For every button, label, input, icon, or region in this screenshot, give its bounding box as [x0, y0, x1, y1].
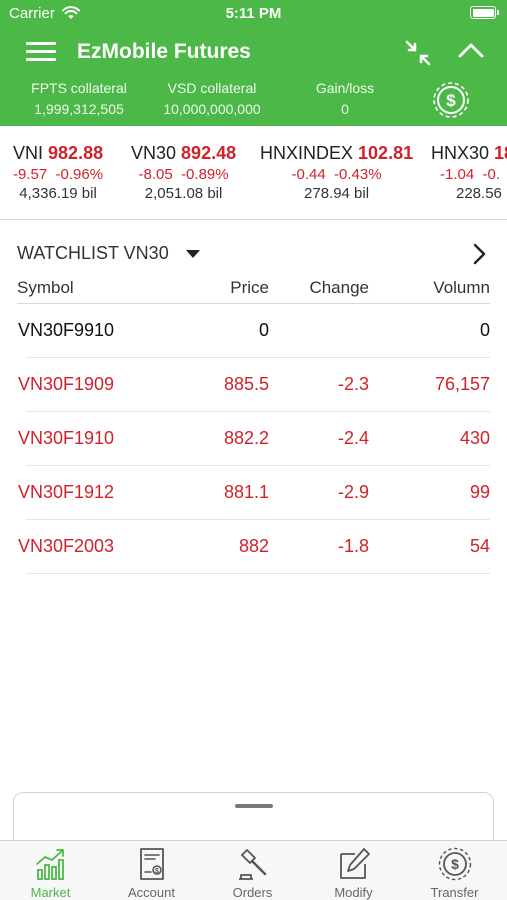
tab-account[interactable]: $ Account: [101, 841, 202, 900]
tab-label: Modify: [334, 885, 373, 900]
column-header-volume[interactable]: Volumn: [433, 278, 490, 298]
row-symbol: VN30F2003: [18, 536, 115, 556]
row-volume: 0: [479, 320, 490, 340]
tab-market[interactable]: Market: [0, 841, 101, 900]
index-percent: -0.96%: [55, 166, 104, 183]
app-header: Carrier 5:11 PM EzMobile Futures FPTS co…: [0, 0, 507, 126]
drag-handle[interactable]: [235, 804, 273, 808]
table-row[interactable]: VN30F1909 885.5 -2.3 76,157: [0, 358, 507, 412]
row-price: 882: [238, 536, 269, 556]
index-percent: -0.43%: [334, 166, 382, 183]
vsd-collateral-label: VSD collateral: [167, 80, 257, 96]
index-volume: 2,051.08 bil: [144, 185, 223, 202]
tab-transfer[interactable]: $ Transfer: [404, 841, 505, 900]
row-price: 885.5: [223, 374, 269, 394]
app-title: EzMobile Futures: [77, 40, 251, 63]
row-divider: [26, 573, 490, 574]
vsd-collateral-value: 10,000,000,000: [163, 101, 261, 117]
gain-loss-label: Gain/loss: [315, 80, 375, 96]
index-percent: -0.: [482, 166, 501, 183]
gain-loss: Gain/loss 0: [300, 80, 390, 117]
gavel-icon: [239, 849, 267, 880]
svg-text:$: $: [155, 868, 159, 875]
fpts-collateral: FPTS collateral 1,999,312,505: [18, 80, 140, 117]
svg-text:$: $: [446, 91, 456, 110]
index-card-hnxindex[interactable]: HNXINDEX 102.81 -0.44 -0.43% 278.94 bil: [260, 143, 413, 202]
index-volume: 278.94 bil: [304, 185, 370, 202]
table-row[interactable]: VN30F9910 0 0: [0, 304, 507, 358]
row-symbol: VN30F9910: [18, 320, 115, 340]
row-volume: 54: [469, 536, 490, 556]
row-change: -1.8: [337, 536, 369, 556]
index-volume: 4,336.19 bil: [19, 185, 97, 202]
chevron-right-icon[interactable]: [470, 242, 488, 266]
index-value: 102.81: [358, 143, 414, 163]
row-price: 0: [258, 320, 269, 340]
chart-icon: [36, 849, 64, 880]
column-header-symbol[interactable]: Symbol: [17, 278, 74, 298]
chevron-up-icon[interactable]: [457, 40, 485, 60]
row-change: -2.9: [337, 482, 369, 502]
gain-loss-value: 0: [341, 101, 349, 117]
index-volume: 228.56: [456, 185, 502, 202]
index-name: HNXINDEX: [260, 143, 354, 163]
index-change: -0.44: [291, 166, 326, 183]
index-value: 892.48: [181, 143, 237, 163]
index-ticker[interactable]: VNI 982.88 -9.57 -0.96% 4,336.19 bil VN3…: [0, 126, 507, 220]
index-name: VNI: [13, 143, 44, 163]
tab-label: Transfer: [430, 885, 479, 900]
dollar-coin-icon[interactable]: $: [432, 81, 470, 119]
row-volume: 430: [459, 428, 490, 448]
index-value: 18: [494, 143, 507, 163]
index-change: -8.05: [138, 166, 173, 183]
account-icon: $: [140, 848, 164, 880]
svg-text:$: $: [451, 856, 459, 872]
index-card-vn30[interactable]: VN30 892.48 -8.05 -0.89% 2,051.08 bil: [131, 143, 236, 202]
table-row[interactable]: VN30F1910 882.2 -2.4 430: [0, 412, 507, 466]
status-bar: Carrier 5:11 PM: [0, 0, 507, 28]
row-symbol: VN30F1912: [18, 482, 115, 502]
row-volume: 76,157: [434, 374, 490, 394]
index-name: VN30: [131, 143, 177, 163]
collapse-arrows-icon[interactable]: [404, 39, 432, 67]
battery-icon: [470, 6, 499, 19]
column-header-price[interactable]: Price: [230, 278, 269, 298]
row-symbol: VN30F1910: [18, 428, 115, 448]
hamburger-menu-icon[interactable]: [26, 42, 56, 62]
index-percent: -0.89%: [181, 166, 229, 183]
row-price: 881.1: [223, 482, 269, 502]
index-name: HNX30: [431, 143, 490, 163]
fpts-collateral-value: 1,999,312,505: [34, 101, 124, 117]
table-row[interactable]: VN30F1912 881.1 -2.9 99: [0, 466, 507, 520]
index-card-hnx30[interactable]: HNX30 18 -1.04 -0. 228.56: [431, 143, 507, 202]
tab-label: Market: [30, 885, 71, 900]
edit-icon: [340, 848, 370, 879]
row-change: -2.3: [337, 374, 369, 394]
clock: 5:11 PM: [225, 5, 282, 22]
transfer-icon: $: [438, 847, 472, 881]
tab-label: Account: [128, 885, 175, 900]
caret-down-icon[interactable]: [186, 250, 200, 258]
tab-label: Orders: [232, 885, 273, 900]
row-price: 882.2: [223, 428, 269, 448]
index-card-vni[interactable]: VNI 982.88 -9.57 -0.96% 4,336.19 bil: [13, 143, 103, 202]
index-change: -1.04: [440, 166, 475, 183]
fpts-collateral-label: FPTS collateral: [31, 80, 127, 96]
row-volume: 99: [469, 482, 490, 502]
table-row[interactable]: VN30F2003 882 -1.8 54: [0, 520, 507, 574]
index-value: 982.88: [48, 143, 104, 163]
vsd-collateral: VSD collateral 10,000,000,000: [150, 80, 274, 117]
tab-orders[interactable]: Orders: [202, 841, 303, 900]
tab-modify[interactable]: Modify: [303, 841, 404, 900]
tab-bar: Market $ Account Orders Modify $ Transfe…: [0, 840, 507, 900]
row-change: -2.4: [337, 428, 369, 448]
column-header-change[interactable]: Change: [309, 278, 369, 298]
row-symbol: VN30F1909: [18, 374, 115, 394]
watchlist-selector[interactable]: WATCHLIST VN30: [17, 243, 169, 264]
index-change: -9.57: [13, 166, 48, 183]
